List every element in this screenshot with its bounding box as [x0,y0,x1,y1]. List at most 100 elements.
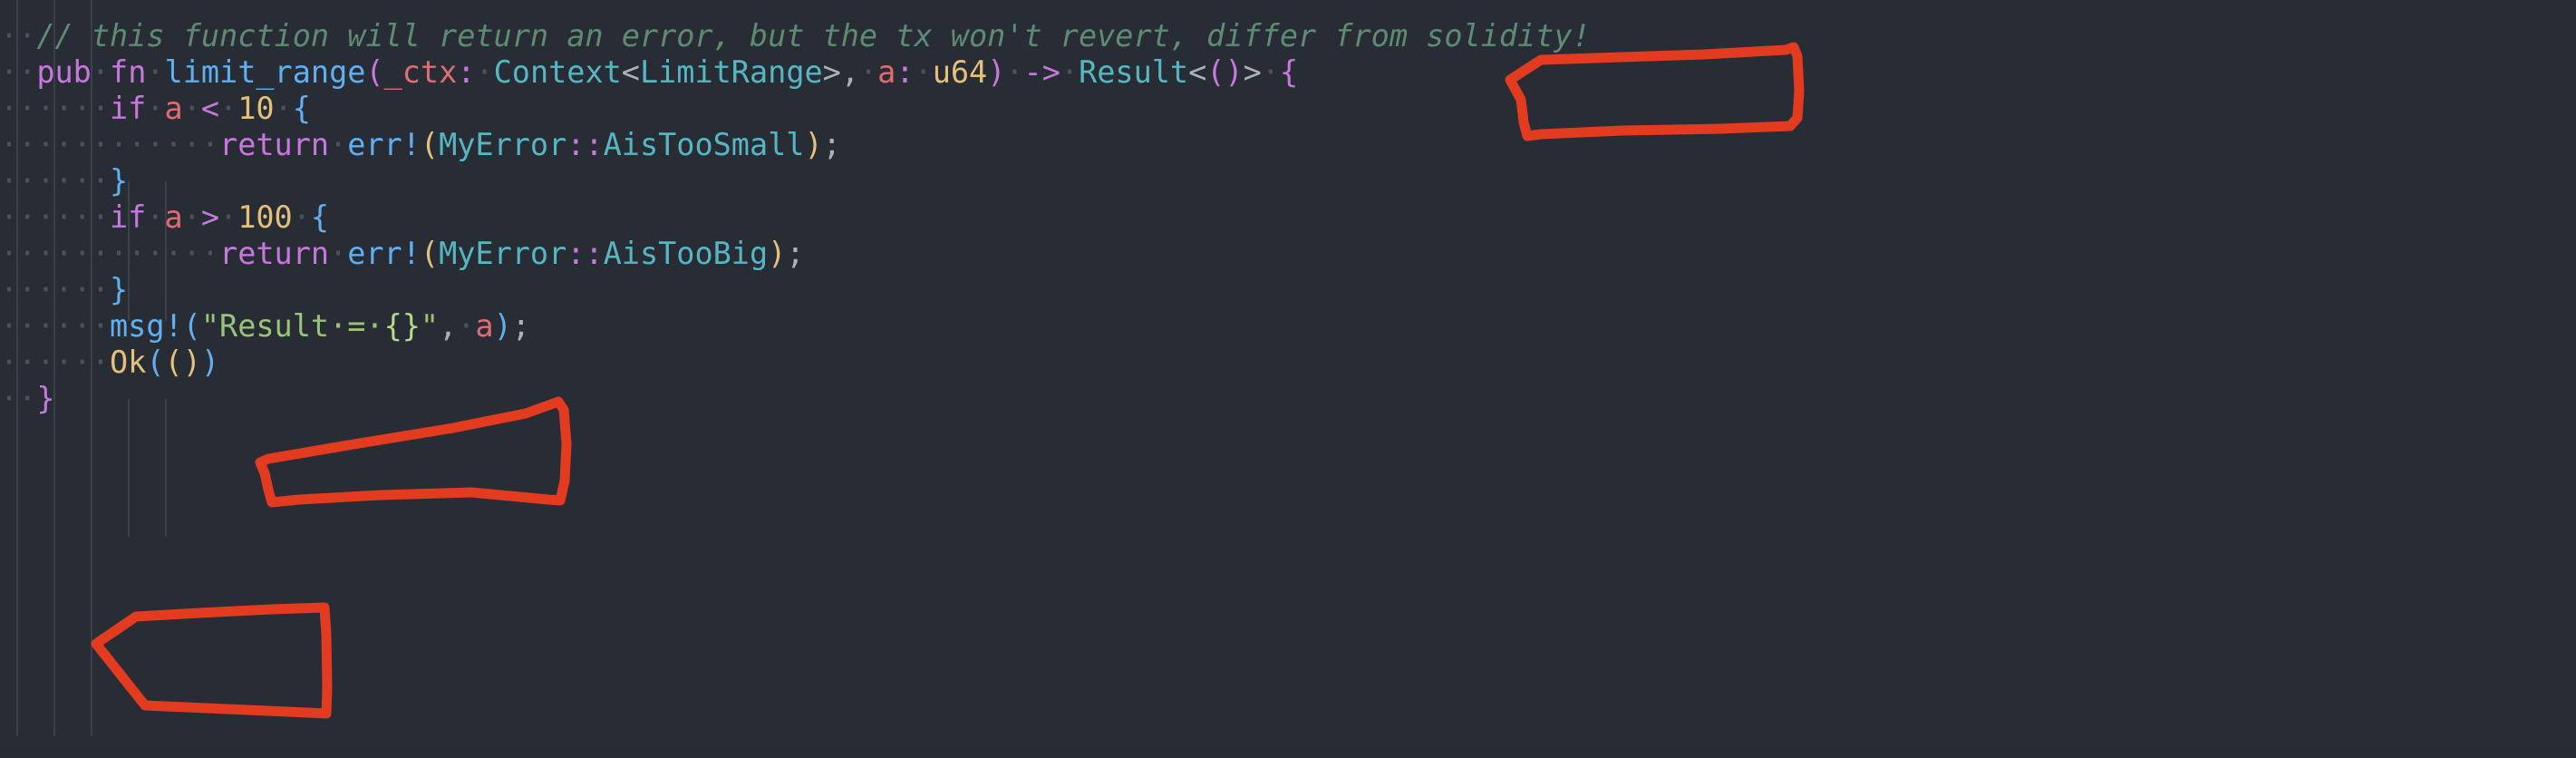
token-ws: · [182,91,201,126]
token-ws: · [219,199,238,235]
token-punct: , [439,308,458,344]
editor-bottom-edge [0,747,2576,758]
token-number: u64 [932,54,988,90]
token-type: Context [493,54,622,90]
token-ws: · [146,91,165,126]
token-ws: · [1005,54,1024,90]
token-op: > [200,199,220,235]
token-ws: · [859,54,878,90]
token-ws: ············ [0,127,220,162]
token-param: a [164,199,183,235]
token-ws: · [457,308,476,344]
token-type: MyError [439,127,567,162]
token-keyword: return [219,236,330,271]
token-brace-m: { [1279,54,1299,90]
token-brace-m: ( [365,54,384,90]
token-brace-y: ) [768,236,787,271]
token-brace-y: ) [804,127,823,162]
token-brace-y: () [164,345,201,380]
code-line[interactable]: ··} [0,381,55,417]
code-editor-content[interactable]: ··// this function will return an error,… [0,0,2576,747]
token-type: Result [1079,54,1189,90]
token-ws: · [292,199,311,235]
token-brace-b: { [292,91,311,126]
token-macro: err! [347,127,421,162]
token-keyword: pub [36,54,92,90]
token-brace-m: () [1206,54,1244,90]
code-editor-screenshot: ··// this function will return an error,… [0,0,2576,758]
token-brace-b: ) [493,308,512,344]
token-op: :: [567,127,604,162]
token-ws: · [274,91,293,126]
token-keyword: if [110,199,147,235]
token-brace-b: { [310,199,330,235]
token-brace-b: ) [200,345,220,380]
token-ws: · [475,54,494,90]
token-param: a [475,308,494,344]
token-ws: · [329,127,348,162]
token-ws: ······ [0,308,111,344]
token-punct: > [1243,54,1262,90]
token-ws: · [329,236,348,271]
code-line[interactable]: ······msg!("Result·=·{}",·a); [0,308,530,345]
indent-guide-7 [165,399,167,537]
token-brace-b: ( [182,308,201,344]
token-punct: < [1188,54,1207,90]
token-ws: ······ [0,199,111,235]
token-ws: ·· [0,18,37,53]
token-ws: · [91,54,111,90]
token-ws: · [182,199,201,235]
token-fn: limit_range [164,54,366,90]
code-line[interactable]: ······if·a·<·10·{ [0,91,311,127]
token-punct: , [840,54,859,90]
token-keyword: if [110,91,147,126]
token-brace-y: ( [420,127,440,162]
token-ws: · [146,54,165,90]
token-ws: ······ [0,163,111,199]
token-brace-m: } [36,381,55,416]
token-ws: · [219,91,238,126]
token-param: a [164,91,183,126]
token-type: MyError [439,236,567,271]
token-brace-b: } [110,272,129,307]
token-comment: // this function will return an error, b… [36,18,1591,53]
token-ws: · [914,54,933,90]
code-line[interactable]: ······} [0,272,128,308]
token-keyword: fn [110,54,147,90]
token-punct: > [822,54,841,90]
token-ws: · [1261,54,1280,90]
token-ws: · [1060,54,1080,90]
code-line[interactable]: ······Ok(()) [0,345,219,381]
token-ws: ······ [0,345,111,380]
code-line[interactable]: ············return·err!(MyError::AisTooB… [0,236,804,272]
token-brace-b: } [110,163,129,199]
token-punct: ; [511,308,530,344]
token-ws: · [146,199,165,235]
token-fmt: {} [383,308,421,344]
token-ws: ······ [0,272,111,307]
token-op: :: [567,236,604,271]
token-number: 100 [237,199,293,235]
token-number: 10 [237,91,275,126]
token-type: LimitRange [639,54,823,90]
token-keyword: return [219,127,330,162]
token-op: < [200,91,220,126]
token-brace-m: ) [987,54,1006,90]
token-brace-y: ( [420,236,440,271]
token-macro: msg! [110,308,183,344]
code-line[interactable]: ············return·err!(MyError::AisTooS… [0,127,841,163]
token-punct: ; [822,127,841,162]
code-line[interactable]: ··pub·fn·limit_range(_ctx:·Context<Limit… [0,54,1298,91]
code-line[interactable]: ······if·a·>·100·{ [0,199,329,236]
token-ws: ·· [0,381,37,416]
token-type: AisTooSmall [603,127,805,162]
token-ws: ·· [0,54,37,90]
token-param: a [877,54,896,90]
token-param: _ctx [383,54,458,90]
token-type: AisTooBig [603,236,769,271]
token-op: : [457,54,476,90]
code-line[interactable]: ··// this function will return an error,… [0,18,1591,54]
code-line[interactable]: ······} [0,163,128,199]
token-ws: ······ [0,91,111,126]
token-string: "Result·=· [200,308,384,344]
